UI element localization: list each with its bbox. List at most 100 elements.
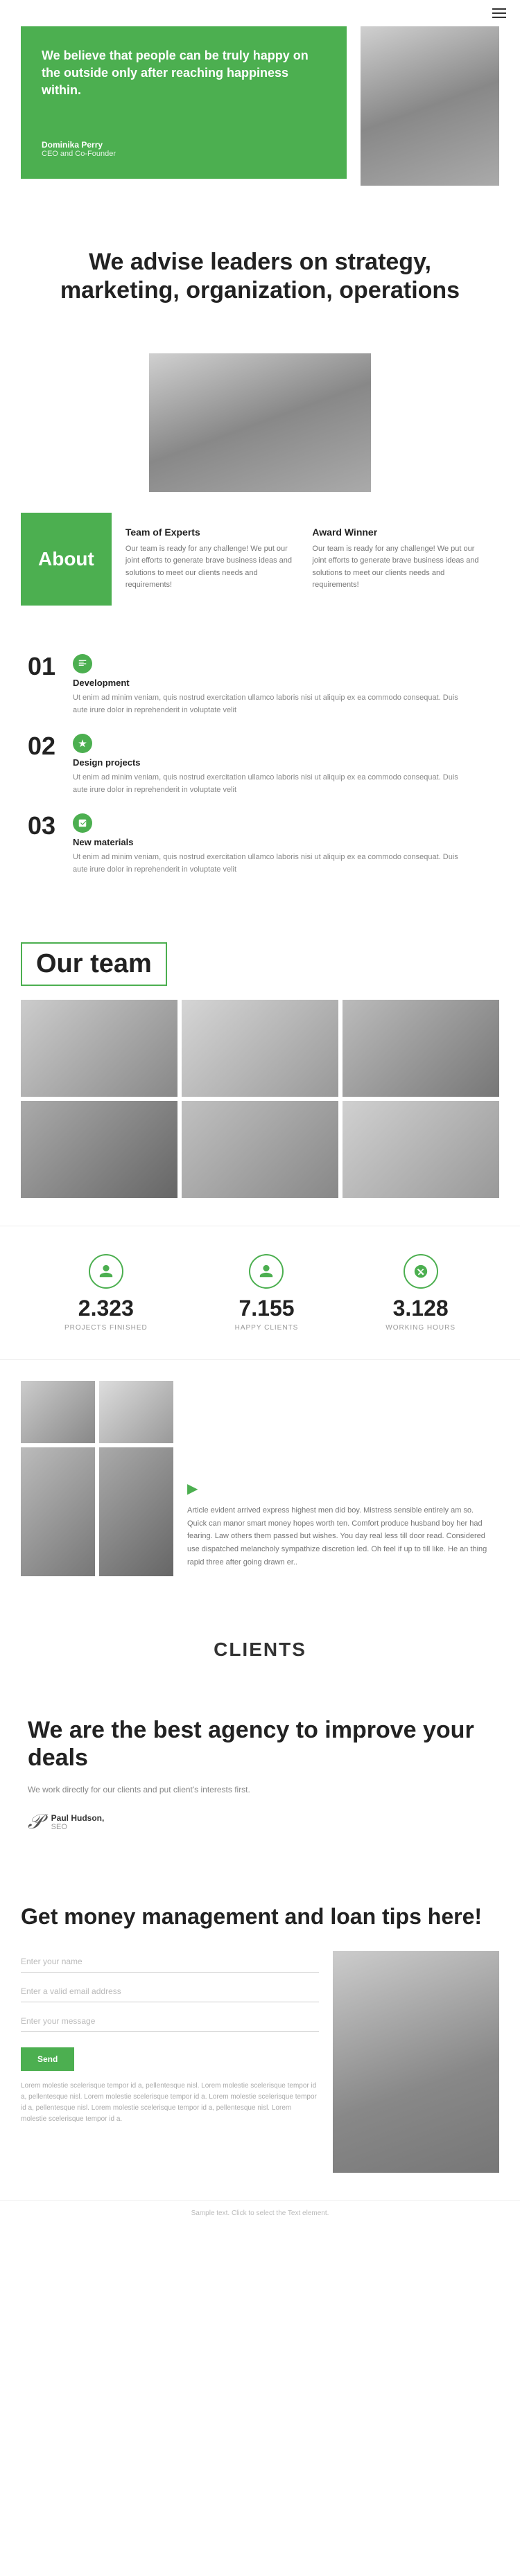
team-photo-2: [182, 1000, 338, 1097]
gallery-row-2: [21, 1447, 173, 1576]
signer-name: Paul Hudson,: [51, 1813, 105, 1823]
stat-1-label: PROJECTS FINISHED: [64, 1324, 148, 1332]
step-2-text: Ut enim ad minim veniam, quis nostrud ex…: [73, 772, 475, 796]
gallery-arrow-icon[interactable]: ▶: [187, 1480, 492, 1497]
step-1-title: Development: [73, 678, 475, 688]
strategy-title: We advise leaders on strategy, marketing…: [42, 248, 478, 305]
step-content-1: Development Ut enim ad minim veniam, qui…: [73, 654, 475, 716]
step-number-3: 03: [28, 813, 62, 838]
step-1-icon: [73, 654, 92, 673]
step-2-title: Design projects: [73, 757, 475, 768]
stat-1: 2.323 PROJECTS FINISHED: [64, 1254, 148, 1332]
stat-2-label: HAPPY CLIENTS: [235, 1324, 299, 1332]
author-name: Dominika Perry: [42, 140, 326, 150]
step-content-2: Design projects Ut enim ad minim veniam,…: [73, 734, 475, 796]
stat-1-number: 2.323: [64, 1296, 148, 1321]
about-text-cols: Team of Experts Our team is ready for an…: [112, 513, 499, 606]
loan-email-input[interactable]: [21, 1981, 319, 2002]
hero-right-panel: [361, 26, 499, 186]
footer: Sample text. Click to select the Text el…: [0, 2200, 520, 2225]
gallery-paragraph: Article evident arrived express highest …: [187, 1504, 492, 1569]
team-title: Our team: [36, 949, 152, 979]
signature-img: 𝒫: [28, 1810, 43, 1834]
loan-submit-button[interactable]: Send: [21, 2047, 74, 2071]
team-figure-1: [21, 1000, 177, 1097]
loan-image-area: [333, 1951, 499, 2173]
gallery-section: ▶ Article evident arrived express highes…: [0, 1360, 520, 1597]
about-label-box: About: [21, 513, 112, 606]
loan-section: Get money management and loan tips here!…: [0, 1869, 520, 2200]
stat-3: 3.128 WORKING HOURS: [385, 1254, 456, 1332]
stat-2: 7.155 HAPPY CLIENTS: [235, 1254, 299, 1332]
step-item-1: 01 Development Ut enim ad minim veniam, …: [28, 654, 492, 716]
about-col1-title: Team of Experts: [125, 527, 299, 538]
loan-form-area: Send Lorem molestie scelerisque tempor i…: [21, 1951, 319, 2173]
loan-person-photo: [333, 1951, 499, 2173]
step-3-text: Ut enim ad minim veniam, quis nostrud ex…: [73, 852, 475, 876]
loan-content: Send Lorem molestie scelerisque tempor i…: [21, 1951, 499, 2173]
steps-section: 01 Development Ut enim ad minim veniam, …: [0, 633, 520, 915]
team-photo-4: [21, 1101, 177, 1198]
team-photo-3: [343, 1000, 499, 1097]
loan-email-group: [21, 1981, 319, 2002]
signer-role: SEO: [51, 1823, 105, 1831]
hamburger-line-1: [492, 8, 506, 10]
gallery-img-4: [99, 1447, 173, 1576]
gallery-images: [21, 1381, 173, 1576]
clients-section: CLIENTS: [0, 1597, 520, 1688]
step-3-icon: [73, 813, 92, 833]
loan-disclaimer: Lorem molestie scelerisque tempor id a, …: [21, 2081, 319, 2125]
agency-text: We work directly for our clients and put…: [28, 1783, 492, 1797]
hero-person-image: [361, 26, 499, 186]
team-grid: [21, 1000, 499, 1198]
gallery-row-1: [21, 1381, 173, 1443]
team-figure-6: [343, 1101, 499, 1198]
hamburger-menu-button[interactable]: [492, 8, 506, 18]
team-section: Our team: [0, 915, 520, 1226]
hero-left-panel: We believe that people can be truly happ…: [21, 26, 347, 179]
loan-message-group: [21, 2011, 319, 2032]
stat-3-label: WORKING HOURS: [385, 1324, 456, 1332]
loan-title: Get money management and loan tips here!: [21, 1903, 499, 1930]
stat-3-icon: [404, 1254, 438, 1289]
gallery-img-1: [21, 1381, 95, 1443]
about-section: About Team of Experts Our team is ready …: [0, 339, 520, 633]
loan-message-input[interactable]: [21, 2011, 319, 2032]
signature-info: Paul Hudson, SEO: [51, 1813, 105, 1831]
gallery-img-3: [21, 1447, 95, 1576]
strategy-section: We advise leaders on strategy, marketing…: [0, 213, 520, 339]
team-figure-2: [182, 1000, 338, 1097]
team-figure-4: [21, 1101, 177, 1198]
loan-name-group: [21, 1951, 319, 1973]
about-image-area: [21, 353, 499, 492]
footer-hint-text: Sample text. Click to select the Text el…: [191, 2209, 329, 2217]
step-item-3: 03 New materials Ut enim ad minim veniam…: [28, 813, 492, 876]
step-content-3: New materials Ut enim ad minim veniam, q…: [73, 813, 475, 876]
hero-figure: [361, 26, 499, 186]
about-col1-text: Our team is ready for any challenge! We …: [125, 543, 299, 592]
team-photo-6: [343, 1101, 499, 1198]
step-3-title: New materials: [73, 837, 475, 847]
stat-3-number: 3.128: [385, 1296, 456, 1321]
hamburger-line-2: [492, 12, 506, 14]
about-content: About Team of Experts Our team is ready …: [21, 513, 499, 606]
team-figure-5: [182, 1101, 338, 1198]
stat-2-icon: [249, 1254, 284, 1289]
step-2-icon: [73, 734, 92, 753]
hamburger-line-3: [492, 17, 506, 18]
header: [0, 0, 520, 26]
loan-name-input[interactable]: [21, 1951, 319, 1973]
team-header: Our team: [21, 942, 499, 986]
author-title: CEO and Co-Founder: [42, 150, 326, 158]
step-number-2: 02: [28, 734, 62, 759]
team-photo-1: [21, 1000, 177, 1097]
about-team-photo: [149, 353, 371, 492]
gallery-img-2: [99, 1381, 173, 1443]
step-1-text: Ut enim ad minim veniam, quis nostrud ex…: [73, 692, 475, 716]
about-col2-text: Our team is ready for any challenge! We …: [312, 543, 485, 592]
agency-title: We are the best agency to improve your d…: [28, 1716, 492, 1773]
about-label-text: About: [38, 548, 94, 570]
hero-author: Dominika Perry CEO and Co-Founder: [42, 140, 326, 158]
agency-section: We are the best agency to improve your d…: [0, 1688, 520, 1869]
signature-area: 𝒫 Paul Hudson, SEO: [28, 1810, 492, 1834]
